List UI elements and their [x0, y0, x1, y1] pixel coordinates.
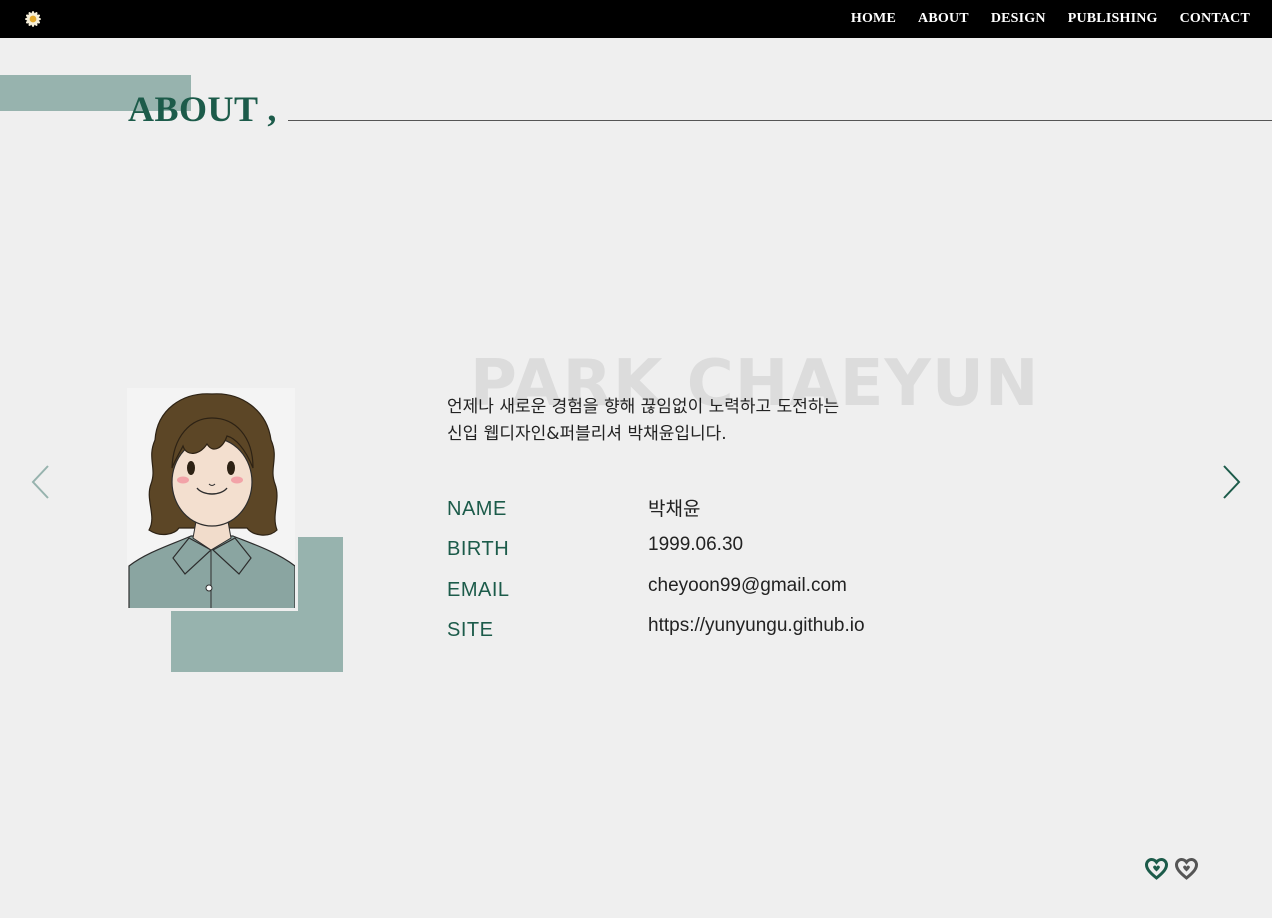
info-value: 1999.06.30	[648, 534, 744, 555]
nav-contact-link[interactable]: CONTACT	[1180, 11, 1250, 27]
info-label: SITE	[447, 619, 494, 641]
intro-text: 언제나 새로운 경험을 향해 끊임없이 노력하고 도전하는 신입 웹디자인&퍼블…	[447, 394, 907, 448]
info-value-email[interactable]: cheyoon99@gmail.com	[648, 575, 847, 597]
heart-icons	[1144, 857, 1199, 880]
info-value: 박채윤	[648, 499, 701, 520]
chevron-right-icon[interactable]	[1222, 464, 1242, 500]
info-row-birth: BIRTH 1999.06.30	[447, 534, 1047, 568]
nav-publishing-link[interactable]: PUBLISHING	[1068, 11, 1158, 27]
intro-line: 신입 웹디자인&퍼블리셔 박채윤입니다.	[447, 424, 727, 444]
profile-illustration	[127, 388, 298, 611]
nav-home-link[interactable]: HOME	[851, 11, 896, 27]
info-label: EMAIL	[447, 579, 510, 601]
intro-line: 언제나 새로운 경험을 향해 끊임없이 노력하고 도전하는	[447, 397, 840, 417]
top-navigation-bar: HOME ABOUT DESIGN PUBLISHING CONTACT	[0, 0, 1272, 38]
nav-design-link[interactable]: DESIGN	[991, 11, 1046, 27]
heart-icon[interactable]	[1174, 857, 1199, 880]
info-value-site[interactable]: https://yunyungu.github.io	[648, 615, 865, 637]
info-label: BIRTH	[447, 538, 510, 560]
heart-icon[interactable]	[1144, 857, 1169, 880]
chevron-left-icon[interactable]	[30, 464, 50, 500]
flower-logo-icon[interactable]	[22, 8, 44, 30]
info-label: NAME	[447, 498, 507, 520]
info-row-site: SITE https://yunyungu.github.io	[447, 615, 1047, 649]
info-row-email: EMAIL cheyoon99@gmail.com	[447, 575, 1047, 609]
section-title: ABOUT ,	[128, 89, 277, 129]
info-row-name: NAME 박채윤	[447, 498, 1047, 528]
nav-about-link[interactable]: ABOUT	[918, 11, 969, 27]
section-title-divider	[288, 120, 1272, 121]
main-nav: HOME ABOUT DESIGN PUBLISHING CONTACT	[851, 0, 1250, 38]
